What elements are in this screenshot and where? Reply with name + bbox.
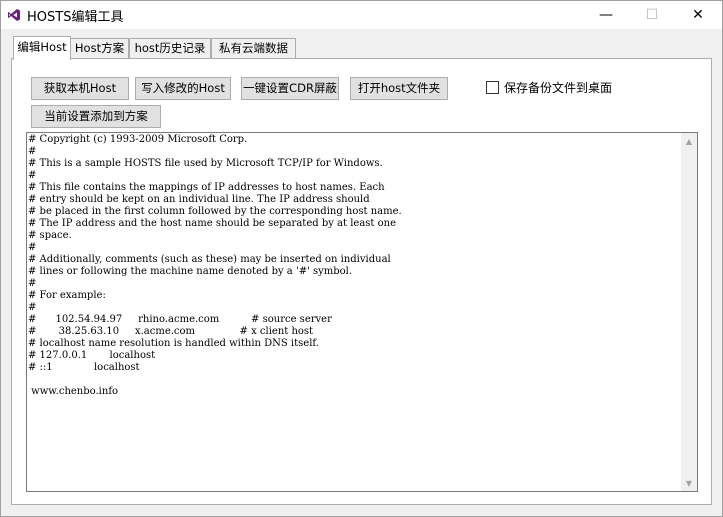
tab-host-scheme[interactable]: Host方案: [70, 38, 129, 59]
write-host-button[interactable]: 写入修改的Host: [135, 77, 231, 100]
backup-checkbox[interactable]: [486, 80, 499, 94]
close-button[interactable]: ✕: [675, 1, 721, 29]
app-window: HOSTS编辑工具 — ☐ ✕ 编辑Host Host方案 host历史记录 私…: [0, 0, 723, 517]
scroll-up-icon[interactable]: ▲: [681, 133, 697, 149]
add-to-scheme-button[interactable]: 当前设置添加到方案: [31, 105, 161, 128]
title-bar[interactable]: HOSTS编辑工具 — ☐ ✕: [1, 1, 722, 29]
hosts-editor[interactable]: # Copyright (c) 1993-2009 Microsoft Corp…: [26, 132, 698, 492]
minimize-button[interactable]: —: [583, 1, 629, 29]
maximize-button[interactable]: ☐: [629, 1, 675, 29]
backup-checkbox-label[interactable]: 保存备份文件到桌面: [504, 79, 612, 96]
tab-private-cloud[interactable]: 私有云端数据: [211, 38, 296, 59]
tab-host-history[interactable]: host历史记录: [129, 38, 211, 59]
tab-edit-host[interactable]: 编辑Host: [13, 36, 71, 60]
visual-studio-icon: [7, 8, 21, 22]
open-host-folder-button[interactable]: 打开host文件夹: [350, 77, 448, 100]
get-local-host-button[interactable]: 获取本机Host: [31, 77, 129, 100]
backup-checkbox-row[interactable]: 保存备份文件到桌面: [486, 79, 612, 95]
scroll-down-icon[interactable]: ▼: [681, 475, 697, 491]
cdr-block-button[interactable]: 一键设置CDR屏蔽: [241, 77, 339, 100]
hosts-editor-content[interactable]: # Copyright (c) 1993-2009 Microsoft Corp…: [27, 133, 682, 491]
window-title: HOSTS编辑工具: [27, 10, 124, 25]
vertical-scrollbar[interactable]: ▲ ▼: [681, 133, 697, 491]
edit-host-panel: 获取本机Host 写入修改的Host 一键设置CDR屏蔽 打开host文件夹 保…: [11, 58, 712, 505]
